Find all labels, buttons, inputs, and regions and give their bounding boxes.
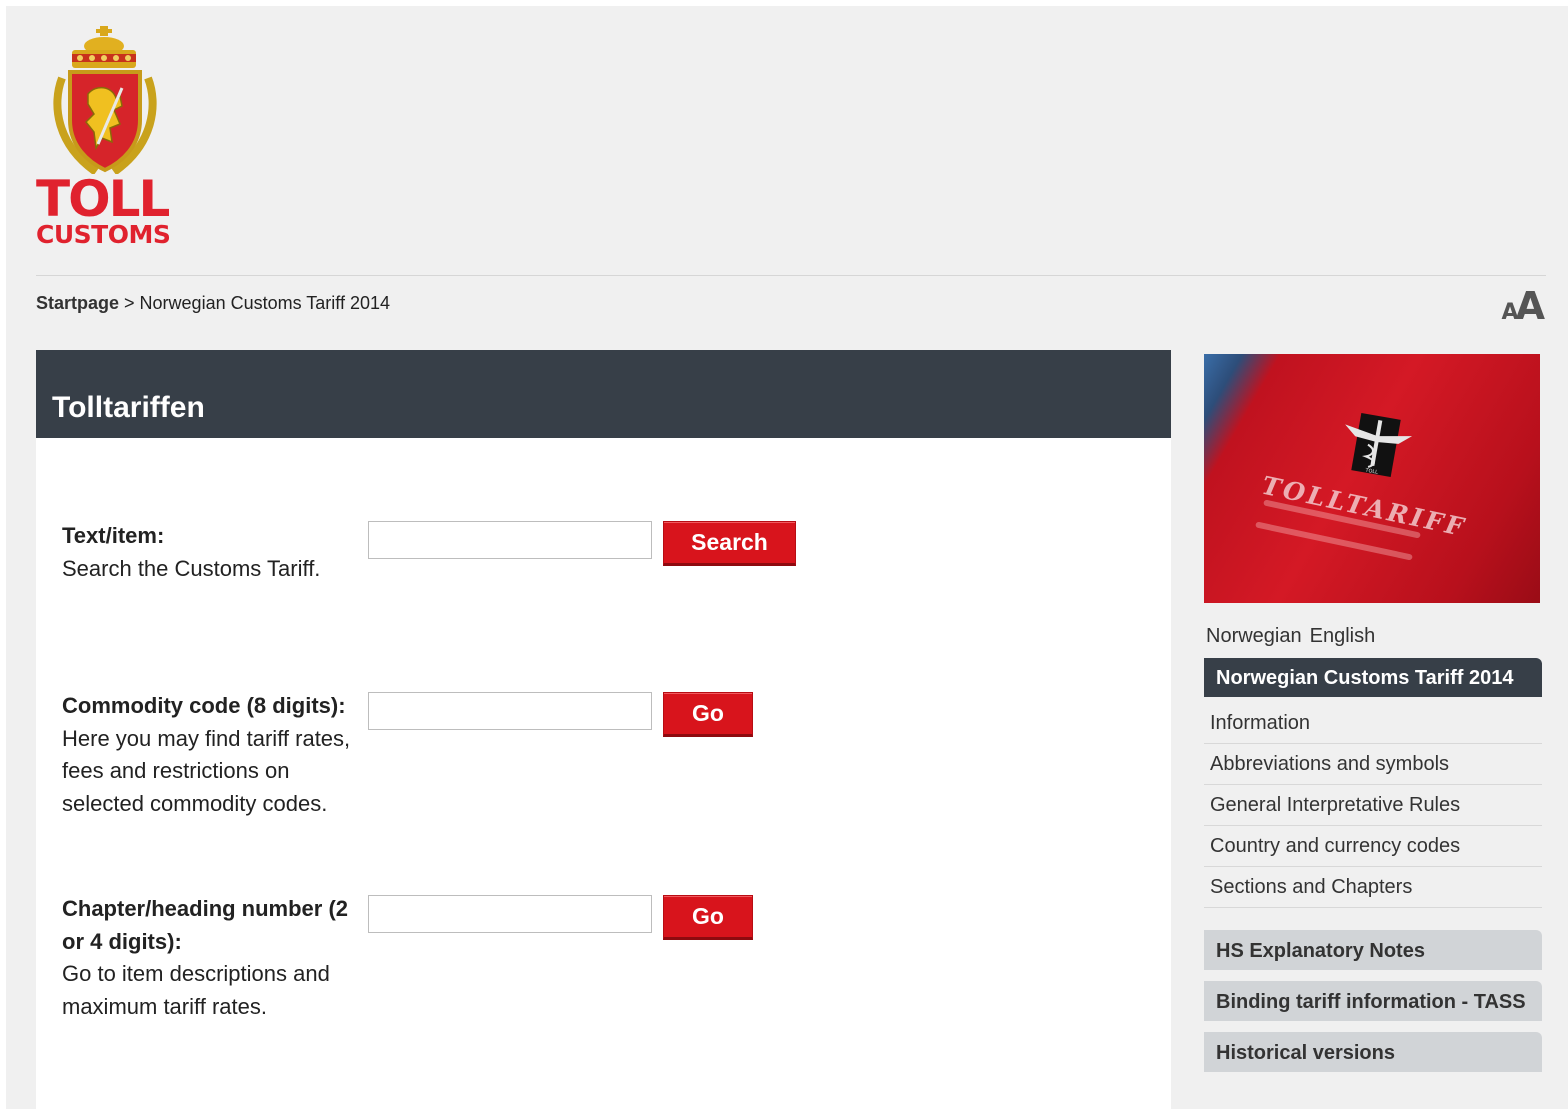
tariff-search-panel: Tolltariffen Text/item: Search the Custo…: [36, 350, 1171, 1109]
hs-explanatory-notes-button[interactable]: HS Explanatory Notes: [1204, 930, 1542, 970]
panel-title: Tolltariffen: [36, 350, 1171, 438]
sidebar-item-sections-chapters[interactable]: Sections and Chapters: [1204, 867, 1542, 908]
logo-text-toll: TOLL: [36, 170, 170, 228]
chapter-heading-input[interactable]: [368, 895, 652, 933]
coat-of-arms-icon: [53, 26, 157, 174]
language-norwegian-link[interactable]: Norwegian: [1206, 625, 1302, 647]
page: TOLL CUSTOMS Startpage > Norwegian Custo…: [6, 6, 1568, 1109]
language-english-link[interactable]: English: [1310, 625, 1376, 647]
chapter-heading-label: Chapter/heading number (2 or 4 digits):: [62, 896, 349, 954]
sidebar-section-buttons: HS Explanatory Notes Binding tariff info…: [1204, 930, 1542, 1072]
emblem-text: TOLL: [1364, 467, 1379, 475]
search-button[interactable]: Search: [663, 521, 796, 566]
commodity-code-label-block: Commodity code (8 digits): Here you may …: [62, 690, 362, 820]
nav-active-customs-tariff-2014[interactable]: Norwegian Customs Tariff 2014: [1204, 658, 1542, 697]
sidebar-item-information[interactable]: Information: [1204, 703, 1542, 744]
text-size-small-letter: A: [1501, 300, 1519, 325]
commodity-go-button[interactable]: Go: [663, 692, 753, 737]
sidebar: TOLL TOLLTARIFF Norwegian English Norwegi…: [1204, 354, 1542, 1083]
text-search-input[interactable]: [368, 521, 652, 559]
sidebar-nav-list: Information Abbreviations and symbols Ge…: [1204, 703, 1542, 908]
sidebar-item-country-currency-codes[interactable]: Country and currency codes: [1204, 826, 1542, 867]
breadcrumb-current: Norwegian Customs Tariff 2014: [139, 293, 391, 313]
text-size-toggle[interactable]: AA: [1501, 284, 1546, 328]
text-search-label-block: Text/item: Search the Customs Tariff.: [62, 520, 362, 585]
breadcrumb-home-link[interactable]: Startpage: [36, 293, 119, 313]
binding-tariff-information-button[interactable]: Binding tariff information - TASS: [1204, 981, 1542, 1021]
caduceus-emblem-icon: TOLL: [1345, 412, 1413, 478]
toll-customs-logo[interactable]: TOLL CUSTOMS: [36, 24, 176, 256]
sidebar-item-abbreviations[interactable]: Abbreviations and symbols: [1204, 744, 1542, 785]
breadcrumb-separator: >: [119, 293, 140, 313]
header-divider: [36, 275, 1546, 276]
text-size-large-letter: A: [1515, 284, 1545, 328]
tolltariff-book-image: TOLL TOLLTARIFF: [1204, 354, 1540, 603]
text-search-label: Text/item:: [62, 523, 165, 548]
logo-text-customs: CUSTOMS: [36, 220, 171, 249]
historical-versions-button[interactable]: Historical versions: [1204, 1032, 1542, 1072]
chapter-heading-description: Go to item descriptions and maximum tari…: [62, 961, 330, 1019]
chapter-heading-label-block: Chapter/heading number (2 or 4 digits): …: [62, 893, 362, 1023]
language-switch: Norwegian English: [1204, 625, 1540, 648]
commodity-code-label: Commodity code (8 digits):: [62, 693, 346, 718]
commodity-code-description: Here you may find tariff rates, fees and…: [62, 725, 351, 816]
sidebar-item-interpretative-rules[interactable]: General Interpretative Rules: [1204, 785, 1542, 826]
breadcrumb: Startpage > Norwegian Customs Tariff 201…: [36, 293, 390, 314]
text-search-description: Search the Customs Tariff.: [62, 555, 321, 581]
commodity-code-input[interactable]: [368, 692, 652, 730]
chapter-go-button[interactable]: Go: [663, 895, 753, 940]
